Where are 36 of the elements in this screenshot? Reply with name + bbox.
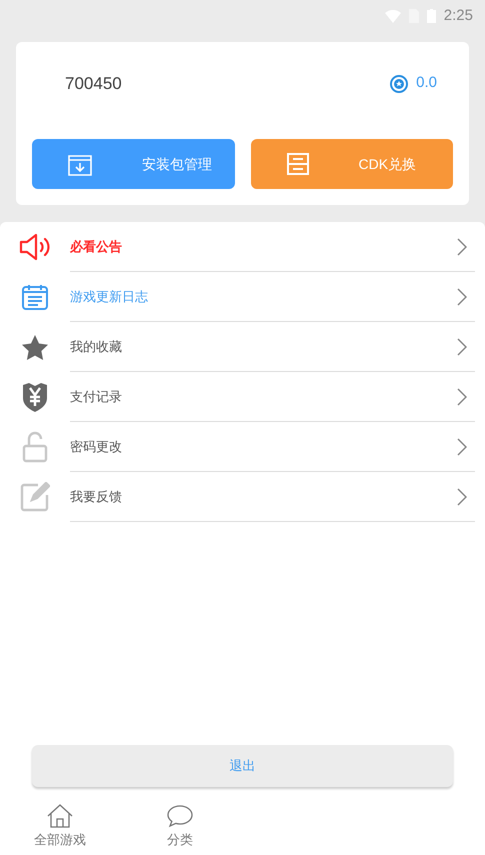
chevron-right-icon bbox=[457, 388, 467, 406]
download-box-icon bbox=[68, 152, 92, 176]
logout-button[interactable]: 退出 bbox=[32, 745, 453, 787]
menu-item[interactable]: 我要反馈 bbox=[0, 472, 485, 522]
chevron-right-icon bbox=[457, 238, 467, 256]
action-button[interactable]: 安装包管理 bbox=[32, 139, 234, 189]
menu-item[interactable]: 我的收藏 bbox=[0, 322, 485, 372]
drawer-icon bbox=[286, 153, 308, 175]
nav-tab[interactable]: 全部游戏 bbox=[0, 799, 120, 855]
menu-item[interactable]: 支付记录 bbox=[0, 372, 485, 422]
menu-item[interactable]: 必看公告 bbox=[0, 222, 485, 272]
speaker-icon bbox=[19, 233, 51, 261]
edit-icon bbox=[20, 482, 50, 512]
menu-label: 游戏更新日志 bbox=[70, 288, 148, 306]
yen-shield-icon bbox=[21, 382, 49, 412]
status-time: 2:25 bbox=[444, 6, 473, 26]
calendar-icon bbox=[21, 283, 49, 311]
chevron-right-icon bbox=[457, 288, 467, 306]
house-icon bbox=[47, 804, 73, 828]
unlocked-padlock-icon bbox=[22, 431, 48, 463]
chevron-right-icon bbox=[457, 488, 467, 506]
nav-tab[interactable]: 分类 bbox=[120, 799, 240, 855]
speech-bubble-icon bbox=[167, 804, 193, 828]
username: 700450 bbox=[65, 72, 122, 95]
menu-item[interactable]: 密码更改 bbox=[0, 422, 485, 472]
menu-item[interactable]: 游戏更新日志 bbox=[0, 272, 485, 322]
medal-icon bbox=[390, 74, 408, 92]
menu-label: 密码更改 bbox=[70, 438, 122, 456]
chevron-right-icon bbox=[457, 438, 467, 456]
menu-label: 我的收藏 bbox=[70, 338, 122, 356]
star-icon bbox=[21, 334, 49, 360]
points-value: 0.0 bbox=[416, 73, 437, 94]
menu-label: 我要反馈 bbox=[70, 488, 122, 506]
chevron-right-icon bbox=[457, 338, 467, 356]
menu-label: 支付记录 bbox=[70, 388, 122, 406]
menu-label: 必看公告 bbox=[70, 238, 122, 256]
